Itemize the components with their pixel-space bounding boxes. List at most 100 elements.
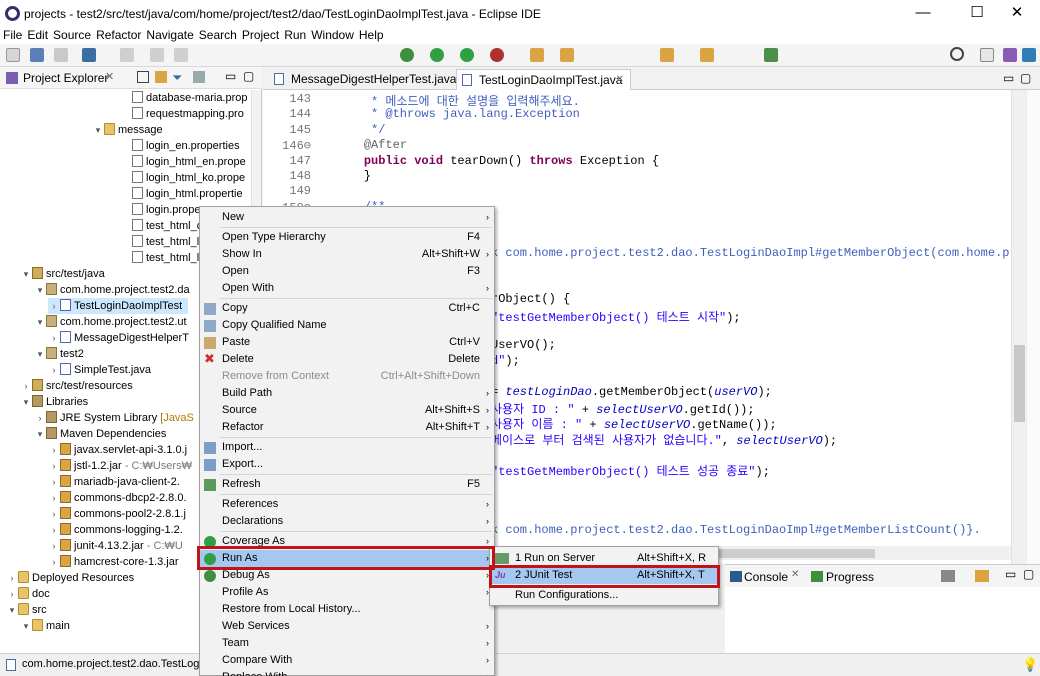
tree-item[interactable]: › commons-pool2-2.8.1.j bbox=[48, 506, 186, 522]
menu-item-new[interactable]: New › bbox=[200, 209, 494, 226]
tree-item[interactable]: › JRE System Library [JavaS bbox=[34, 410, 194, 426]
pin-editor-icon[interactable] bbox=[764, 48, 778, 62]
menu-item-team[interactable]: Team › bbox=[200, 635, 494, 652]
suspend-icon[interactable] bbox=[174, 48, 188, 62]
expand-arrow-icon[interactable]: ▾ bbox=[34, 282, 46, 298]
tree-item[interactable]: login_html_en.prope bbox=[120, 154, 246, 170]
open-type-icon[interactable] bbox=[530, 48, 544, 62]
tree-item[interactable]: ▾ Maven Dependencies bbox=[34, 426, 166, 442]
editor-tab[interactable]: MessageDigestHelperTest.java bbox=[269, 69, 456, 90]
open-console-icon[interactable] bbox=[975, 570, 989, 582]
tree-item[interactable]: ▾ com.home.project.test2.da bbox=[34, 282, 190, 298]
expand-arrow-icon[interactable]: › bbox=[48, 490, 60, 506]
external-tools-icon[interactable] bbox=[490, 48, 504, 62]
run-icon[interactable] bbox=[430, 48, 444, 62]
tree-item[interactable]: › hamcrest-core-1.3.jar bbox=[48, 554, 179, 570]
tree-item[interactable]: database-maria.prop bbox=[120, 90, 248, 106]
search-icon[interactable] bbox=[950, 47, 964, 61]
tree-item[interactable]: requestmapping.pro bbox=[120, 106, 244, 122]
tree-item[interactable]: › doc bbox=[6, 586, 50, 602]
console-tab[interactable]: Console bbox=[744, 570, 788, 584]
save-all-icon[interactable] bbox=[54, 48, 68, 62]
menu-navigate[interactable]: Navigate bbox=[144, 28, 195, 42]
scrollbar-thumb[interactable] bbox=[1014, 345, 1025, 422]
expand-arrow-icon[interactable]: ▾ bbox=[20, 266, 32, 282]
expand-arrow-icon[interactable]: ▾ bbox=[34, 346, 46, 362]
menu-item-build-path[interactable]: Build Path › bbox=[200, 385, 494, 402]
tree-item[interactable]: ▾ Libraries bbox=[20, 394, 88, 410]
menu-item-open-type-hierarchy[interactable]: Open Type Hierarchy F4 bbox=[200, 229, 494, 246]
menu-item-open[interactable]: Open F3 bbox=[200, 263, 494, 280]
tree-item[interactable]: login_html.propertie bbox=[120, 186, 243, 202]
editor-tab[interactable]: TestLoginDaoImplTest.java ✕ bbox=[456, 69, 631, 90]
expand-arrow-icon[interactable]: › bbox=[20, 378, 32, 394]
menu-item-restore-from-local-history[interactable]: Restore from Local History... bbox=[200, 601, 494, 618]
progress-tab[interactable]: Progress bbox=[826, 570, 874, 584]
tree-item[interactable]: › src/test/resources bbox=[20, 378, 133, 394]
collapse-all-icon[interactable] bbox=[137, 71, 149, 83]
tree-item[interactable]: › Deployed Resources bbox=[6, 570, 134, 586]
expand-arrow-icon[interactable]: › bbox=[48, 330, 60, 346]
menu-refactor[interactable]: Refactor bbox=[94, 28, 143, 42]
minimize-button[interactable]: — bbox=[900, 2, 946, 26]
submenu-item-run-configurations[interactable]: Run Configurations... bbox=[490, 587, 718, 604]
tab-minimize-icon[interactable]: ▭ bbox=[1003, 71, 1014, 85]
expand-arrow-icon[interactable]: ▾ bbox=[20, 618, 32, 634]
expand-arrow-icon[interactable]: › bbox=[6, 570, 18, 586]
minimize-panel-icon[interactable]: ▭ bbox=[1005, 567, 1016, 581]
expand-arrow-icon[interactable]: › bbox=[48, 474, 60, 490]
minimize-view-icon[interactable]: ▭ bbox=[225, 69, 236, 83]
tree-item[interactable]: ▾ main bbox=[20, 618, 70, 634]
close-view-icon[interactable]: ✕ bbox=[105, 70, 114, 83]
maximize-panel-icon[interactable]: ▢ bbox=[1023, 567, 1034, 581]
menu-source[interactable]: Source bbox=[51, 28, 93, 42]
expand-arrow-icon[interactable]: › bbox=[48, 442, 60, 458]
expand-arrow-icon[interactable]: › bbox=[48, 522, 60, 538]
filter-icon[interactable]: ⏷ bbox=[172, 70, 182, 86]
expand-arrow-icon[interactable]: › bbox=[48, 362, 60, 378]
console-output[interactable] bbox=[725, 587, 1040, 653]
menu-item-delete[interactable]: ✖ Delete Delete bbox=[200, 351, 494, 368]
editor-scrollbar[interactable] bbox=[1011, 90, 1026, 564]
tree-item[interactable]: › TestLoginDaoImplTest bbox=[48, 298, 189, 314]
java-ee-perspective-icon[interactable] bbox=[1003, 48, 1017, 62]
menu-item-open-with[interactable]: Open With › bbox=[200, 280, 494, 297]
close-console-icon[interactable]: ✕ bbox=[791, 569, 799, 580]
debug-perspective-icon[interactable] bbox=[1022, 48, 1036, 62]
menu-item-copy-qualified-name[interactable]: Copy Qualified Name bbox=[200, 317, 494, 334]
back-icon[interactable] bbox=[660, 48, 674, 62]
display-console-icon[interactable] bbox=[941, 570, 955, 582]
skip-breakpoints-icon[interactable] bbox=[120, 48, 134, 62]
expand-arrow-icon[interactable]: › bbox=[48, 298, 60, 314]
coverage-icon[interactable] bbox=[460, 48, 474, 62]
tree-item[interactable]: ▾ com.home.project.test2.ut bbox=[34, 314, 187, 330]
tree-item[interactable]: › jstl-1.2.jar - C:₩Users₩ bbox=[48, 458, 192, 474]
menu-item-source[interactable]: Source Alt+Shift+S › bbox=[200, 402, 494, 419]
open-perspective-icon[interactable] bbox=[980, 48, 994, 62]
menu-window[interactable]: Window bbox=[309, 28, 356, 42]
tree-item[interactable]: › commons-logging-1.2. bbox=[48, 522, 183, 538]
menu-item-replace-with[interactable]: Replace With › bbox=[200, 669, 494, 676]
menu-help[interactable]: Help bbox=[357, 28, 386, 42]
tree-item[interactable]: › commons-dbcp2-2.8.0. bbox=[48, 490, 187, 506]
menu-item-declarations[interactable]: Declarations › bbox=[200, 513, 494, 530]
menu-edit[interactable]: Edit bbox=[25, 28, 50, 42]
expand-arrow-icon[interactable]: › bbox=[48, 538, 60, 554]
save-icon[interactable] bbox=[30, 48, 44, 62]
tree-item[interactable]: ▾ test2 bbox=[34, 346, 84, 362]
tree-item[interactable]: test_html_l bbox=[120, 250, 199, 266]
menu-project[interactable]: Project bbox=[240, 28, 281, 42]
menu-item-import[interactable]: Import... bbox=[200, 439, 494, 456]
menu-search[interactable]: Search bbox=[197, 28, 239, 42]
search-tool-icon[interactable] bbox=[560, 48, 574, 62]
tree-item[interactable]: login.prope bbox=[120, 202, 200, 218]
expand-arrow-icon[interactable]: › bbox=[48, 506, 60, 522]
debug-icon[interactable] bbox=[400, 48, 414, 62]
tab-maximize-icon[interactable]: ▢ bbox=[1020, 71, 1031, 85]
menu-item-paste[interactable]: Paste Ctrl+V bbox=[200, 334, 494, 351]
tree-item[interactable]: › junit-4.13.2.jar - C:₩U bbox=[48, 538, 183, 554]
tree-item[interactable]: ▾ message bbox=[92, 122, 163, 138]
tree-item[interactable]: ▾ src/test/java bbox=[20, 266, 105, 282]
resume-icon[interactable] bbox=[150, 48, 164, 62]
maximize-view-icon[interactable]: ▢ bbox=[243, 69, 254, 83]
